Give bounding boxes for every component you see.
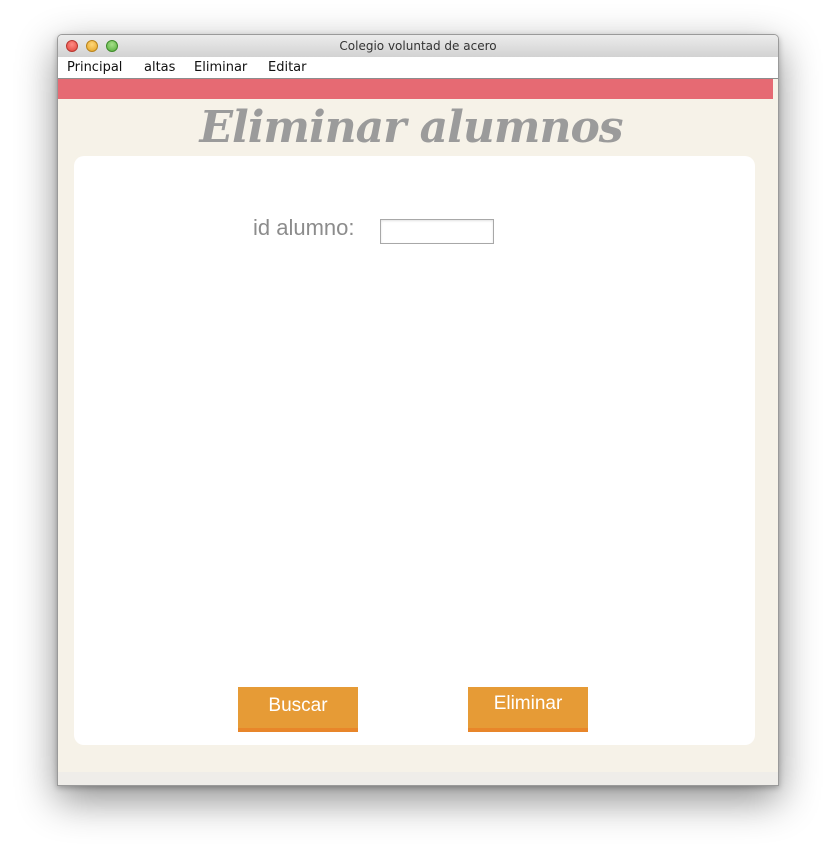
id-alumno-input[interactable] [380,219,494,244]
header-accent-stripe [58,79,773,99]
window-title: Colegio voluntad de acero [339,39,497,53]
bottom-strip [58,772,778,785]
menu-bar: Principal altas Eliminar Editar [58,57,778,79]
app-window: Colegio voluntad de acero Principal alta… [57,34,779,786]
page-title: Eliminar alumnos [199,102,623,153]
menu-eliminar[interactable]: Eliminar [194,57,247,78]
menu-editar[interactable]: Editar [268,57,307,78]
menu-principal[interactable]: Principal [67,57,122,78]
id-alumno-label: id alumno: [253,215,355,240]
form-panel: id alumno: Buscar Eliminar [74,156,755,745]
title-bar[interactable]: Colegio voluntad de acero [58,35,778,58]
buscar-button[interactable]: Buscar [238,687,358,732]
eliminar-button[interactable]: Eliminar [468,687,588,732]
menu-altas[interactable]: altas [144,57,175,78]
